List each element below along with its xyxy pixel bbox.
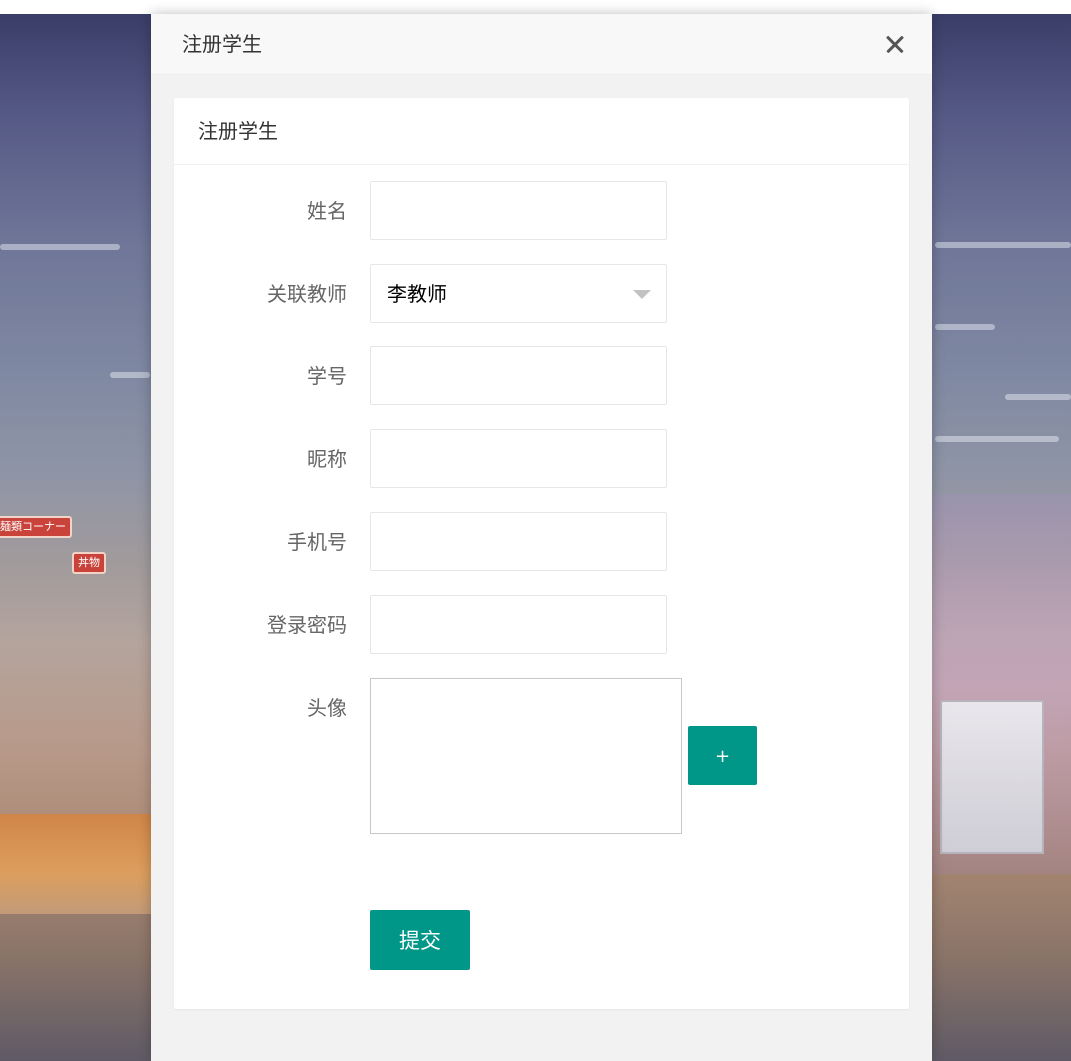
form-row-name: 姓名 bbox=[174, 181, 909, 241]
password-label: 登录密码 bbox=[267, 613, 347, 637]
form-row-password: 登录密码 bbox=[174, 595, 909, 655]
form-card: 注册学生 姓名 关联教师 李教师 学号 昵称 手机号 登录密码 头像 + 提交 bbox=[174, 98, 909, 1009]
form-row-teacher: 关联教师 李教师 bbox=[174, 264, 909, 324]
name-input[interactable] bbox=[370, 181, 667, 240]
avatar-label: 头像 bbox=[307, 696, 347, 720]
ceiling-light bbox=[935, 436, 1059, 442]
nickname-input[interactable] bbox=[370, 429, 667, 488]
ceiling-light bbox=[1005, 394, 1071, 400]
close-icon[interactable] bbox=[881, 30, 909, 58]
form-row-phone: 手机号 bbox=[174, 512, 909, 572]
dialog-header: 注册学生 bbox=[151, 14, 932, 75]
form-row-nickname: 昵称 bbox=[174, 429, 909, 489]
ceiling-light bbox=[935, 242, 1071, 248]
phone-input[interactable] bbox=[370, 512, 667, 571]
counter-area bbox=[0, 814, 151, 914]
nickname-label: 昵称 bbox=[307, 447, 347, 471]
card-title: 注册学生 bbox=[198, 119, 278, 143]
password-input[interactable] bbox=[370, 595, 667, 654]
name-label: 姓名 bbox=[307, 199, 347, 223]
ceiling-light bbox=[110, 372, 150, 378]
submit-button[interactable]: 提交 bbox=[370, 910, 470, 970]
vending-machine bbox=[940, 700, 1044, 854]
upload-avatar-button[interactable]: + bbox=[688, 726, 757, 785]
register-student-dialog: 注册学生 注册学生 姓名 关联教师 李教师 学号 昵称 手机号 登录密码 头像 … bbox=[151, 14, 932, 1061]
form-row-student-id: 学号 bbox=[174, 346, 909, 406]
student-id-input[interactable] bbox=[370, 346, 667, 405]
teacher-select[interactable]: 李教师 bbox=[370, 264, 667, 323]
dialog-title: 注册学生 bbox=[182, 32, 262, 56]
card-header: 注册学生 bbox=[174, 98, 909, 165]
teacher-select-value: 李教师 bbox=[387, 282, 447, 306]
ceiling-light bbox=[935, 324, 995, 330]
sign-noodles: 麺類コーナー bbox=[0, 516, 72, 538]
student-id-label: 学号 bbox=[307, 364, 347, 388]
phone-label: 手机号 bbox=[287, 530, 347, 554]
chevron-down-icon bbox=[633, 290, 651, 299]
avatar-preview bbox=[370, 678, 682, 834]
sign-donburi: 丼物 bbox=[72, 552, 106, 574]
ceiling-light bbox=[0, 244, 120, 250]
teacher-label: 关联教师 bbox=[267, 282, 347, 306]
